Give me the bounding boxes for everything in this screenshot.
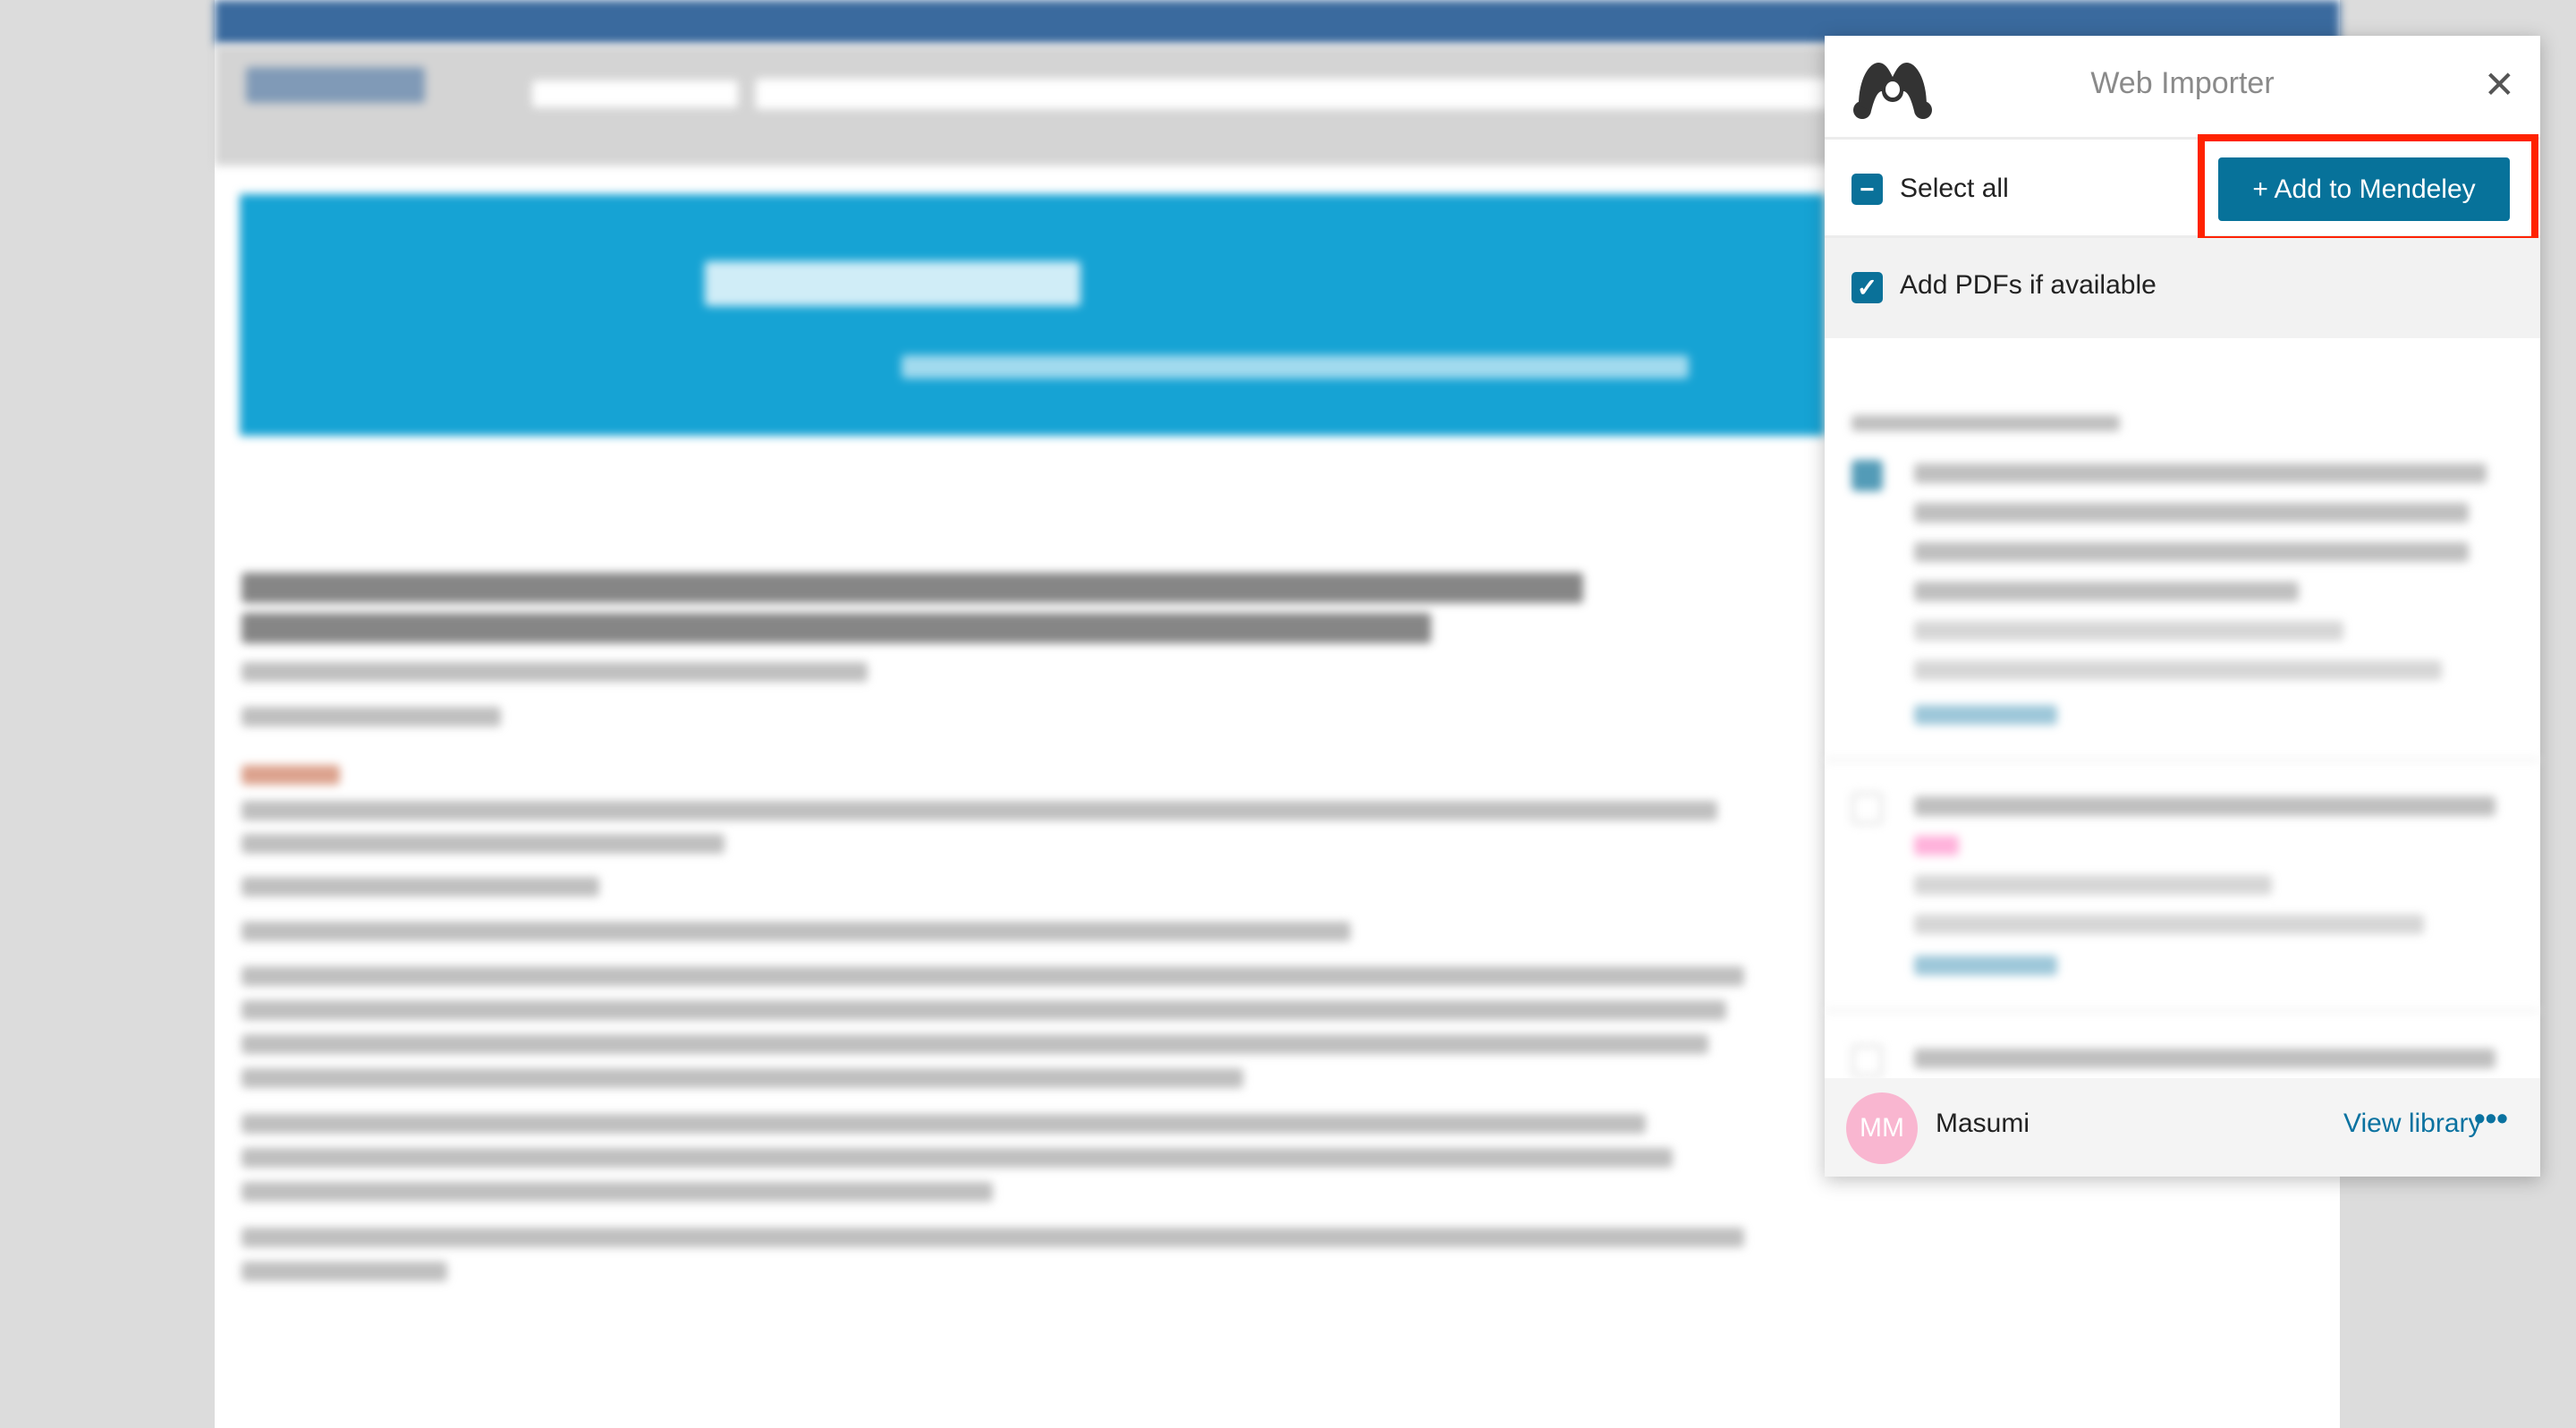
panel-title: Web Importer	[2090, 66, 2275, 100]
avatar: MM	[1846, 1092, 1918, 1164]
reference-checkbox[interactable]	[1852, 1045, 1883, 1076]
add-pdfs-checkbox[interactable]: ✓	[1852, 272, 1883, 303]
view-library-link[interactable]: View library	[2343, 1109, 2482, 1139]
reference-checkbox[interactable]	[1852, 460, 1883, 491]
background-banner	[240, 194, 1825, 436]
select-all-checkbox[interactable]: −	[1852, 174, 1883, 205]
select-all-label: Select all	[1900, 174, 2009, 203]
close-icon[interactable]: ✕	[2484, 63, 2515, 106]
background-article	[242, 447, 1762, 1428]
add-pdfs-row: ✓ Add PDFs if available	[1825, 238, 2540, 338]
user-name: Masumi	[1936, 1109, 2030, 1138]
web-importer-panel: Web Importer ✕ − Select all + Add to Men…	[1825, 36, 2540, 1177]
more-icon[interactable]: •••	[2474, 1100, 2508, 1137]
panel-footer: MM Masumi View library •••	[1825, 1078, 2540, 1177]
reference-checkbox[interactable]	[1852, 793, 1883, 824]
reference-list	[1825, 338, 2540, 1078]
add-pdfs-label: Add PDFs if available	[1900, 270, 2157, 300]
highlight-box	[2198, 134, 2538, 243]
panel-header: Web Importer ✕	[1825, 36, 2540, 140]
